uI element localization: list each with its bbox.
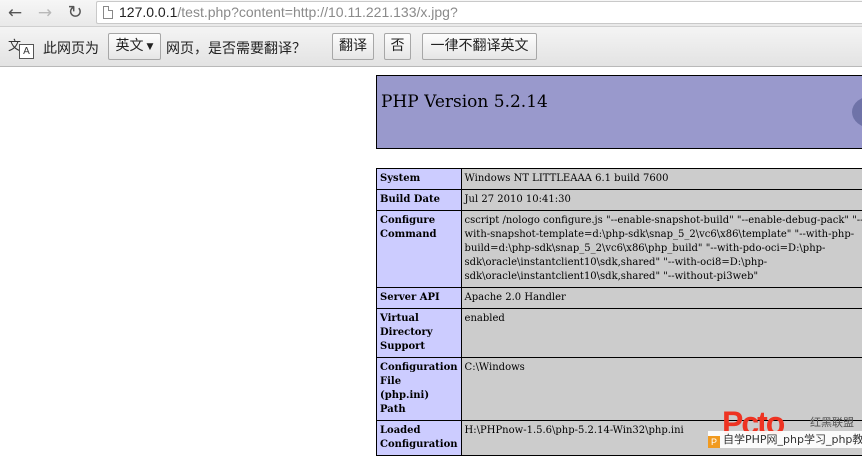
table-row: Configuration File (php.ini) PathC:\Wind… (377, 358, 862, 421)
row-key: Virtual Directory Support (377, 309, 462, 358)
reload-icon[interactable]: ↻ (64, 2, 86, 24)
language-select-label: 英文 (116, 38, 144, 54)
row-value: cscript /nologo configure.js "--enable-s… (461, 211, 862, 288)
table-row: Server APIApache 2.0 Handler (377, 288, 862, 309)
url-host: 127.0.0.1 (119, 4, 177, 20)
watermark-badge-icon: P (708, 436, 720, 448)
row-key: Configuration File (php.ini) Path (377, 358, 462, 421)
caret-down-icon: ▼ (147, 42, 154, 52)
translate-prompt-prefix: 此网页为 (43, 38, 99, 58)
url-path: /test.php?content=http://10.11.221.133/x… (177, 4, 457, 20)
row-key: Server API (377, 288, 462, 309)
table-row: Build DateJul 27 2010 10:41:30 (377, 190, 862, 211)
row-value: Windows NT LITTLEAAA 6.1 build 7600 (461, 169, 862, 190)
row-key: Loaded Configuration (377, 421, 462, 456)
forward-arrow-icon[interactable]: → (34, 2, 56, 24)
table-row: SystemWindows NT LITTLEAAA 6.1 build 760… (377, 169, 862, 190)
row-key: System (377, 169, 462, 190)
phpinfo-table: SystemWindows NT LITTLEAAA 6.1 build 760… (376, 168, 862, 456)
back-arrow-icon[interactable]: ← (4, 2, 26, 24)
url-text: 127.0.0.1/test.php?content=http://10.11.… (119, 4, 458, 20)
browser-toolbar: ← → ↻ 127.0.0.1/test.php?content=http://… (0, 0, 862, 27)
no-button[interactable]: 否 (384, 33, 411, 60)
row-key: Configure Command (377, 211, 462, 288)
phpinfo-header: PHP Version 5.2.14 (376, 75, 862, 149)
php-version-title: PHP Version 5.2.14 (381, 92, 548, 112)
row-value: enabled (461, 309, 862, 358)
translate-prompt-suffix: 网页，是否需要翻译？ (166, 38, 306, 58)
watermark-tagline: 红黑联盟 (810, 414, 854, 430)
row-value: C:\Windows (461, 358, 862, 421)
never-translate-button[interactable]: 一律不翻译英文 (422, 33, 537, 60)
row-key: Build Date (377, 190, 462, 211)
page-icon (103, 6, 113, 19)
php-logo-icon (852, 96, 862, 128)
watermark-bar-text: 自学PHP网_php学习_php教程 (723, 433, 862, 446)
table-row: Virtual Directory Supportenabled (377, 309, 862, 358)
row-value: Jul 27 2010 10:41:30 (461, 190, 862, 211)
translate-button[interactable]: 翻译 (332, 33, 374, 60)
address-bar[interactable]: 127.0.0.1/test.php?content=http://10.11.… (96, 1, 862, 24)
language-select[interactable]: 英文▼ (108, 33, 161, 60)
row-value: Apache 2.0 Handler (461, 288, 862, 309)
watermark-bar: P自学PHP网_php学习_php教程 (708, 431, 862, 448)
translate-icon: 文A (8, 35, 34, 59)
translate-infobar: 文A 此网页为 英文▼ 网页，是否需要翻译？ 翻译 否 一律不翻译英文 (0, 27, 862, 67)
table-row: Configure Commandcscript /nologo configu… (377, 211, 862, 288)
